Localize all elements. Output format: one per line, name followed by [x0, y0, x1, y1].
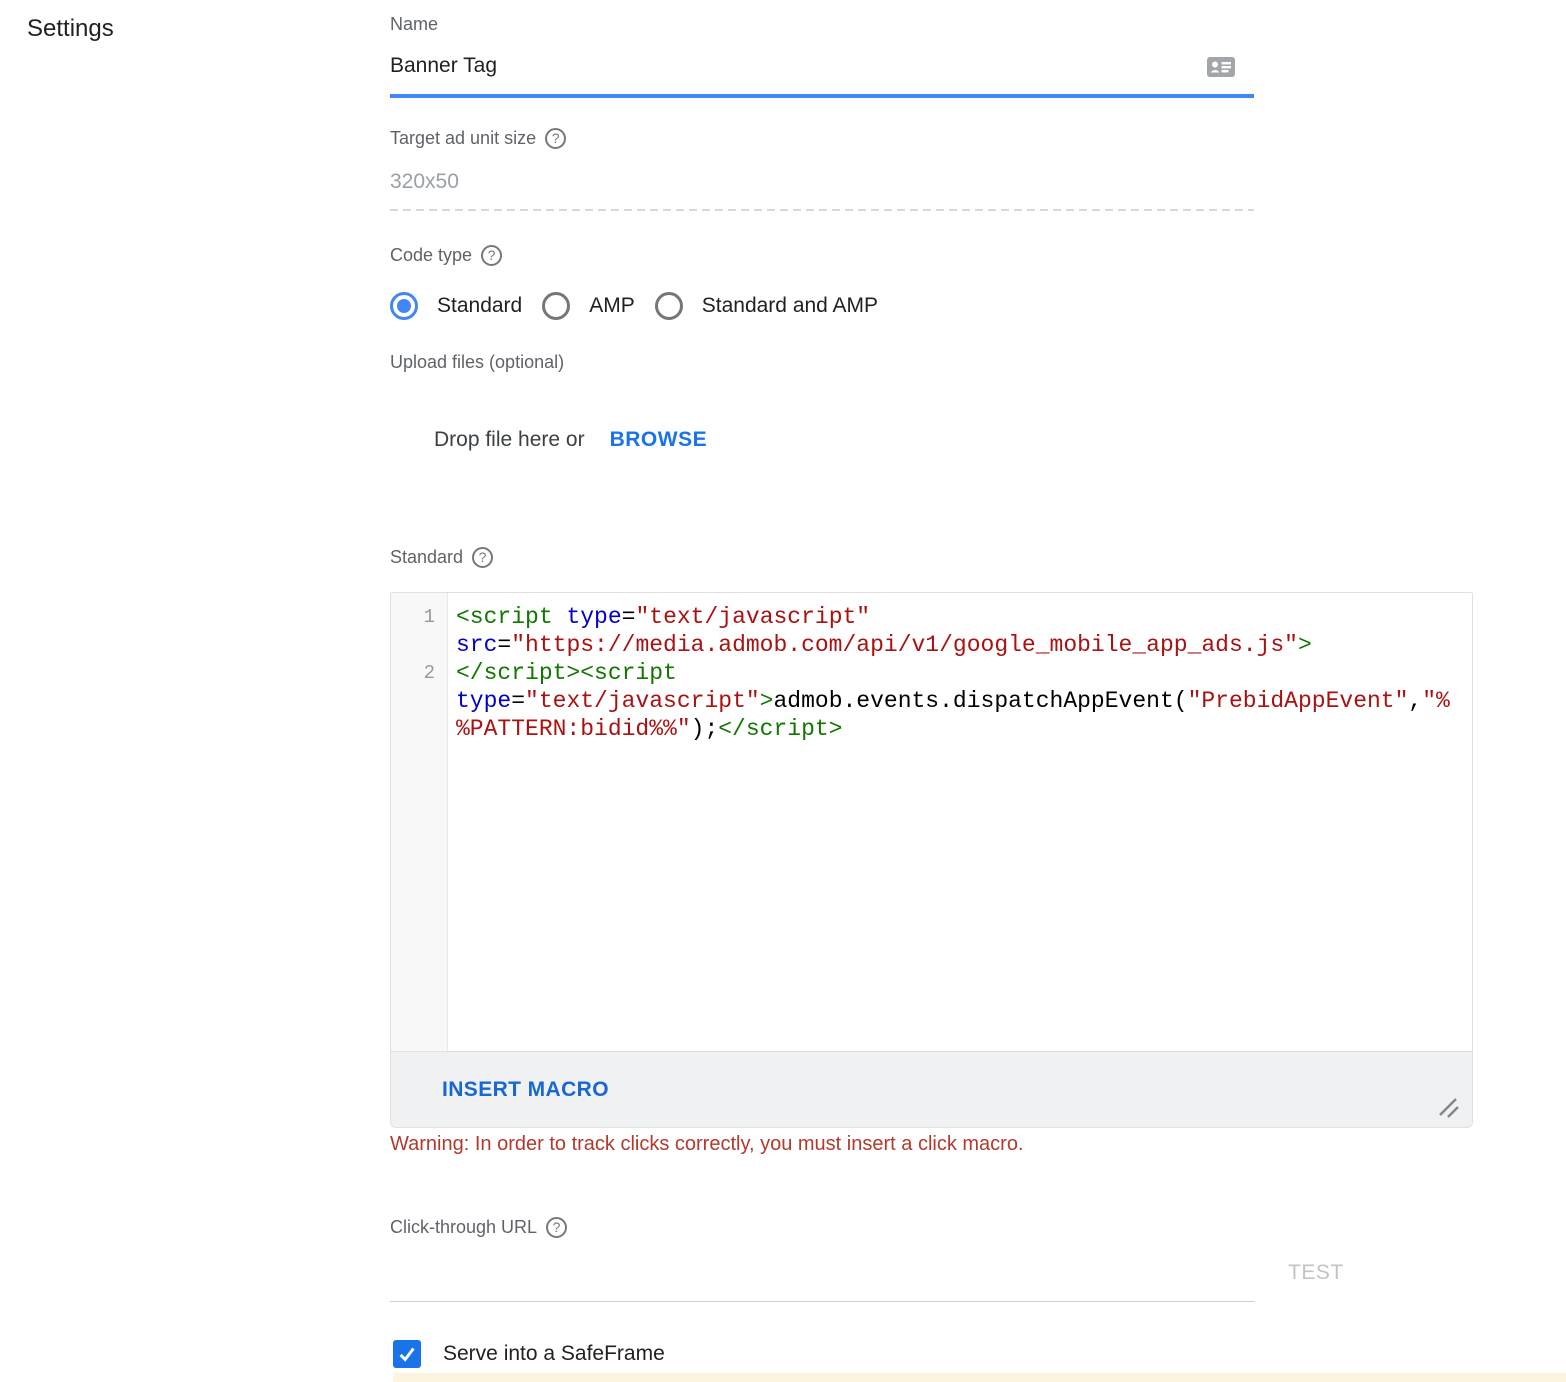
code-type-label: Code type: [390, 244, 472, 266]
code-line-text: <script type="text/javascript" src="http…: [456, 603, 1456, 659]
help-icon[interactable]: [546, 1217, 567, 1238]
contact-card-icon[interactable]: [1206, 55, 1236, 79]
browse-button[interactable]: BROWSE: [610, 428, 708, 452]
code-type-field: Code type: [390, 244, 502, 266]
test-button-disabled: TEST: [1288, 1261, 1344, 1285]
insert-macro-button[interactable]: INSERT MACRO: [442, 1078, 609, 1102]
code-editor-textarea[interactable]: 1 <script type="text/javascript" src="htt…: [391, 593, 1472, 1051]
name-input[interactable]: Banner Tag: [390, 53, 497, 79]
radio-button[interactable]: [390, 292, 418, 320]
click-macro-warning: Warning: In order to track clicks correc…: [390, 1132, 1024, 1156]
click-through-url-field: Click-through URL: [390, 1216, 567, 1238]
help-icon[interactable]: [472, 547, 493, 568]
target-ad-unit-size-label: Target ad unit size: [390, 127, 536, 149]
radio-label: Standard and AMP: [702, 294, 878, 318]
code-type-radio-group: Standard AMP Standard and AMP: [390, 290, 898, 322]
standard-code-field: Standard: [390, 546, 493, 568]
radio-button[interactable]: [655, 292, 683, 320]
target-ad-unit-size-disabled-underline: [390, 209, 1254, 211]
radio-label: Standard: [437, 294, 522, 318]
safeframe-label: Serve into a SafeFrame: [443, 1342, 665, 1366]
code-line: 2 </script><script type="text/javascript"…: [391, 659, 1472, 743]
code-editor-footer: INSERT MACRO: [391, 1051, 1472, 1127]
click-through-url-label: Click-through URL: [390, 1216, 537, 1238]
drop-file-text: Drop file here or: [434, 428, 585, 452]
radio-option-amp[interactable]: AMP: [542, 292, 635, 320]
help-icon[interactable]: [481, 245, 502, 266]
line-number: 2: [391, 659, 448, 687]
radio-option-standard[interactable]: Standard: [390, 292, 522, 320]
click-through-url-input[interactable]: [390, 1301, 1254, 1302]
code-line: 1 <script type="text/javascript" src="htt…: [391, 603, 1472, 659]
name-field-label: Name: [390, 13, 438, 35]
standard-code-label: Standard: [390, 546, 463, 568]
checkmark-icon: [396, 1343, 418, 1365]
notice-bar: [393, 1373, 1566, 1382]
line-number: 1: [391, 603, 448, 631]
creative-settings-page: Settings Name Banner Tag Target ad unit …: [0, 0, 1566, 1382]
name-field-focus-underline: [390, 94, 1254, 98]
radio-option-standard-and-amp[interactable]: Standard and AMP: [655, 292, 878, 320]
target-ad-unit-size-value: 320x50: [390, 169, 459, 195]
code-line-text: </script><script type="text/javascript">…: [456, 659, 1456, 743]
help-icon[interactable]: [545, 128, 566, 149]
radio-label: AMP: [589, 294, 635, 318]
code-editor: 1 <script type="text/javascript" src="htt…: [390, 592, 1473, 1128]
page-title: Settings: [27, 14, 114, 44]
code-editor-lines: 1 <script type="text/javascript" src="htt…: [391, 593, 1472, 743]
target-ad-unit-size-field: Target ad unit size: [390, 127, 566, 149]
file-drop-zone[interactable]: Drop file here or BROWSE: [434, 428, 707, 452]
safeframe-checkbox[interactable]: [393, 1340, 421, 1368]
resize-handle-icon[interactable]: [1436, 1095, 1460, 1119]
radio-button[interactable]: [542, 292, 570, 320]
upload-files-label: Upload files (optional): [390, 351, 564, 373]
